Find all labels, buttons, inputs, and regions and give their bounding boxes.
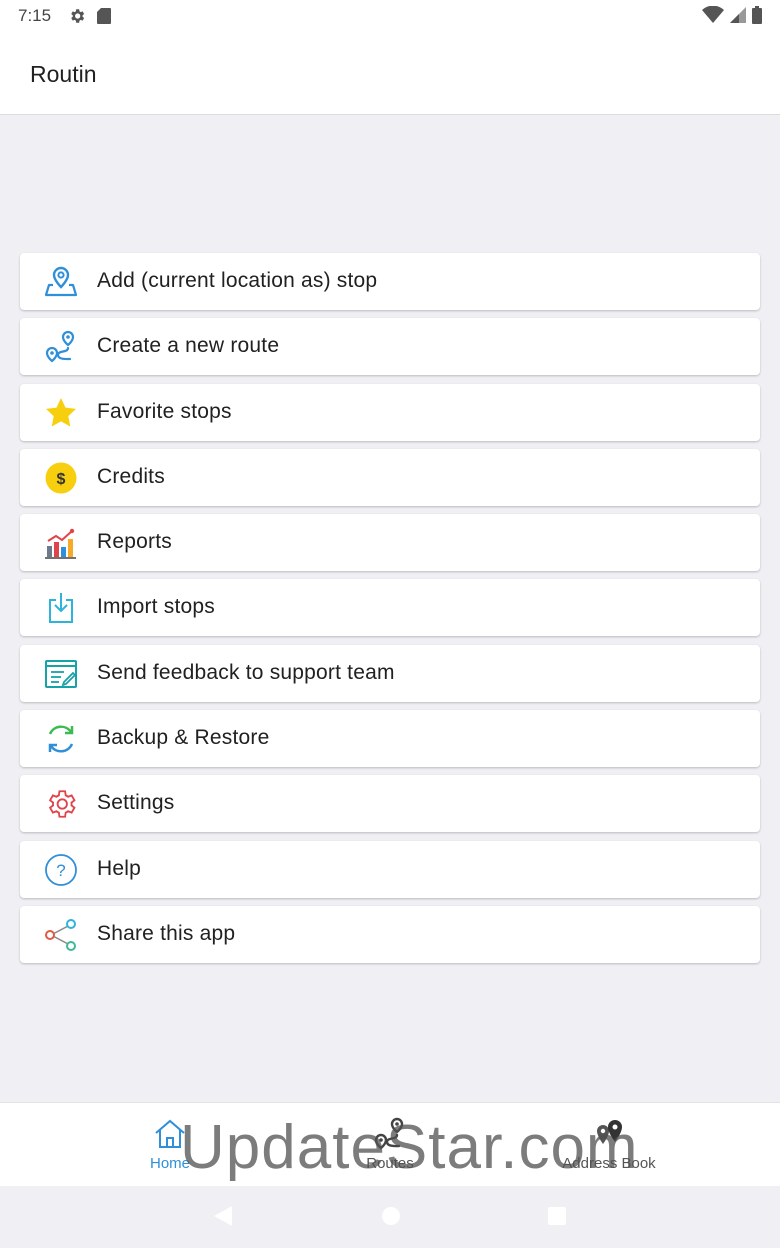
menu-item-share-app[interactable]: Share this app	[20, 905, 760, 963]
import-icon	[49, 593, 73, 624]
home-icon	[155, 1119, 185, 1148]
menu-item-label: Reports	[97, 530, 172, 554]
nav-tab-label: Routes	[366, 1155, 414, 1172]
menu-item-reports[interactable]: Reports	[20, 514, 760, 572]
menu-item-create-route[interactable]: Create a new route	[20, 318, 760, 376]
bottom-navigation: Home Routes Address Book	[0, 1102, 780, 1186]
feedback-form-icon	[45, 659, 77, 688]
status-bar: 7:15	[0, 0, 780, 34]
nav-tab-label: Home	[149, 1155, 190, 1172]
star-icon	[46, 397, 76, 427]
wifi-icon	[702, 6, 724, 23]
route-icon	[45, 331, 75, 363]
home-circle-icon[interactable]	[381, 1205, 401, 1227]
menu-item-credits[interactable]: $ Credits	[20, 448, 760, 506]
menu-item-send-feedback[interactable]: Send feedback to support team	[20, 644, 760, 702]
menu-item-label: Backup & Restore	[97, 726, 270, 750]
menu-item-label: Favorite stops	[97, 399, 232, 423]
menu-item-label: Share this app	[97, 921, 236, 945]
sync-icon	[48, 725, 74, 753]
sd-card-icon	[97, 8, 111, 24]
menu-item-help[interactable]: ? Help	[20, 840, 760, 898]
app-bar: Routin	[0, 34, 780, 115]
menu-item-settings[interactable]: Settings	[20, 775, 760, 833]
share-icon	[45, 918, 76, 951]
menu-item-import-stops[interactable]: Import stops	[20, 579, 760, 637]
battery-icon	[752, 6, 762, 24]
nav-tab-routes[interactable]: Routes	[340, 1103, 440, 1187]
status-right-icons	[702, 6, 762, 24]
svg-text:?: ?	[56, 861, 65, 880]
gear-icon	[71, 9, 85, 23]
menu-item-label: Create a new route	[97, 334, 280, 358]
menu-item-favorite-stops[interactable]: Favorite stops	[20, 383, 760, 441]
back-icon[interactable]	[213, 1205, 233, 1227]
route-icon	[374, 1117, 404, 1150]
bar-chart-icon	[45, 528, 76, 559]
gear-icon	[48, 790, 76, 819]
menu-item-label: Help	[97, 856, 141, 880]
main-menu: Add (current location as) stop Create a …	[20, 253, 760, 971]
recents-icon[interactable]	[547, 1205, 567, 1227]
location-map-icon	[44, 266, 78, 297]
nav-tab-home[interactable]: Home	[130, 1103, 210, 1187]
map-pins-icon	[597, 1120, 622, 1144]
status-left-icons	[68, 7, 112, 25]
system-navigation-bar	[0, 1186, 780, 1248]
cellular-signal-icon	[730, 7, 746, 23]
dollar-coin-icon: $	[45, 462, 77, 494]
menu-item-label: Send feedback to support team	[97, 660, 395, 684]
menu-item-add-stop[interactable]: Add (current location as) stop	[20, 253, 760, 310]
nav-tab-address-book[interactable]: Address Book	[550, 1103, 668, 1187]
menu-item-label: Import stops	[97, 595, 215, 619]
menu-item-label: Add (current location as) stop	[97, 269, 378, 292]
app-title: Routin	[30, 61, 97, 87]
svg-text:$: $	[57, 471, 66, 488]
menu-item-label: Credits	[97, 464, 165, 488]
menu-item-label: Settings	[97, 791, 175, 815]
help-icon: ?	[45, 853, 77, 886]
status-time: 7:15	[18, 6, 52, 25]
nav-tab-label: Address Book	[562, 1155, 656, 1172]
menu-item-backup-restore[interactable]: Backup & Restore	[20, 710, 760, 768]
